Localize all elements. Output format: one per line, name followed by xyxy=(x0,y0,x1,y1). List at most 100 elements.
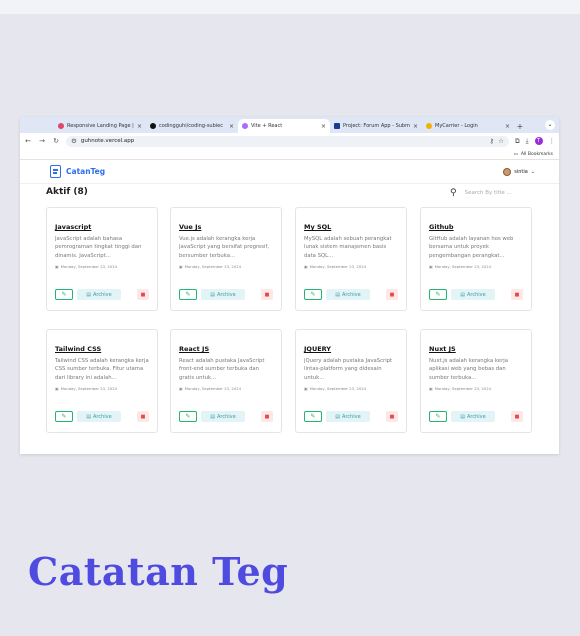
note-title[interactable]: My SQL xyxy=(304,223,398,231)
site-info-icon[interactable]: ⚙ xyxy=(71,137,77,145)
note-description: Tailwind CSS adalah kerangka kerja CSS s… xyxy=(55,358,149,381)
archive-button[interactable]: ▤ Archive xyxy=(451,289,495,300)
search-input[interactable]: Search By title ... xyxy=(465,190,512,196)
close-tab-icon[interactable]: × xyxy=(321,123,326,130)
note-actions: ✎ ▤ Archive xyxy=(304,289,370,300)
delete-button[interactable]: ■ xyxy=(386,289,398,300)
edit-button[interactable]: ✎ xyxy=(429,411,447,422)
note-card[interactable]: Nuxt JS Nuxt.js adalah kerangka kerja apl… xyxy=(420,329,532,433)
note-date-text: Monday, September 23, 2024 xyxy=(309,386,367,391)
browser-tab[interactable]: MyCarrier - Login × xyxy=(422,119,514,133)
note-card[interactable]: Tailwind CSS Tailwind CSS adalah kerangka… xyxy=(46,329,158,433)
close-tab-icon[interactable]: × xyxy=(229,123,234,130)
archive-icon: ▤ xyxy=(86,291,91,298)
note-title[interactable]: JQUERY xyxy=(304,345,398,353)
app-logo[interactable]: CatanTeg xyxy=(50,165,105,178)
address-bar[interactable]: ⚙ guhnote.vercel.app ⚷ ☆ xyxy=(66,135,509,147)
tab-title: Project: Forum App - Subm xyxy=(343,123,410,129)
tab-title: Vite + React xyxy=(251,123,283,129)
note-title[interactable]: Nuxt JS xyxy=(429,345,523,353)
calendar-icon: ▣ xyxy=(179,264,183,269)
note-description: Nuxt.js adalah kerangka kerja aplikasi w… xyxy=(429,358,508,381)
edit-button[interactable]: ✎ xyxy=(429,289,447,300)
note-card[interactable]: Github GitHub adalah layanan hos web bers… xyxy=(420,207,532,311)
archive-button[interactable]: ▤ Archive xyxy=(201,289,245,300)
close-tab-icon[interactable]: × xyxy=(413,123,418,130)
calendar-icon: ▣ xyxy=(55,386,59,391)
note-title[interactable]: React JS xyxy=(179,345,273,353)
edit-button[interactable]: ✎ xyxy=(179,411,197,422)
edit-icon: ✎ xyxy=(435,413,441,420)
bookmark-star-icon[interactable]: ☆ xyxy=(498,137,504,145)
archive-label: Archive xyxy=(217,413,236,420)
edit-icon: ✎ xyxy=(61,413,67,420)
url-text: guhnote.vercel.app xyxy=(80,138,135,144)
all-bookmarks-link[interactable]: All Bookmarks xyxy=(521,152,553,157)
archive-label: Archive xyxy=(342,291,361,298)
note-title[interactable]: Tailwind CSS xyxy=(55,345,149,353)
edit-button[interactable]: ✎ xyxy=(55,411,73,422)
delete-button[interactable]: ■ xyxy=(137,289,149,300)
note-card[interactable]: React JS React adalah pustaka JavaScript … xyxy=(170,329,282,433)
delete-button[interactable]: ■ xyxy=(137,411,149,422)
edit-button[interactable]: ✎ xyxy=(304,411,322,422)
archive-icon: ▤ xyxy=(335,291,340,298)
delete-button[interactable]: ■ xyxy=(261,411,273,422)
delete-button[interactable]: ■ xyxy=(511,411,523,422)
extensions-icon[interactable]: ⧉ xyxy=(515,137,520,146)
edit-icon: ✎ xyxy=(185,291,191,298)
archive-button[interactable]: ▤ Archive xyxy=(326,289,370,300)
trash-icon: ■ xyxy=(389,291,395,298)
profile-avatar[interactable]: T xyxy=(534,137,543,145)
browser-window: Responsive Landing Page | × codingguhi/c… xyxy=(20,117,559,454)
user-menu[interactable]: sintia ⌄ xyxy=(503,167,535,176)
note-actions: ✎ ▤ Archive xyxy=(179,289,245,300)
archive-button[interactable]: ▤ Archive xyxy=(77,411,121,422)
archive-label: Archive xyxy=(217,291,236,298)
reload-icon[interactable]: ↻ xyxy=(52,137,60,145)
back-icon[interactable]: ← xyxy=(24,137,32,145)
edit-button[interactable]: ✎ xyxy=(55,289,73,300)
note-description: Vue.js adalah kerangka kerja JavaScript … xyxy=(179,236,270,259)
browser-tab[interactable]: Project: Forum App - Subm × xyxy=(330,119,422,133)
archive-button[interactable]: ▤ Archive xyxy=(326,411,370,422)
search-box[interactable]: ⚲ Search By title ... xyxy=(450,188,512,198)
note-date: ▣ Monday, September 23, 2024 xyxy=(179,264,273,269)
new-tab-button[interactable]: + xyxy=(514,119,526,133)
browser-tab-active[interactable]: Vite + React × xyxy=(238,119,330,133)
tab-search-button[interactable]: ⌄ xyxy=(545,120,555,130)
more-menu-icon[interactable]: ⋮ xyxy=(549,137,556,145)
note-actions: ✎ ▤ Archive xyxy=(55,411,121,422)
note-title[interactable]: Github xyxy=(429,223,523,231)
edit-button[interactable]: ✎ xyxy=(304,289,322,300)
delete-button[interactable]: ■ xyxy=(511,289,523,300)
top-strip xyxy=(0,0,580,14)
password-key-icon[interactable]: ⚷ xyxy=(489,137,494,145)
browser-tab[interactable]: codingguhi/coding-subiec × xyxy=(146,119,238,133)
close-tab-icon[interactable]: × xyxy=(505,123,510,130)
note-title[interactable]: Vue Js xyxy=(179,223,273,231)
archive-button[interactable]: ▤ Archive xyxy=(201,411,245,422)
app-page: CatanTeg sintia ⌄ Aktif (8) ⚲ Search By … xyxy=(20,160,559,454)
note-card[interactable]: Javascript JavaScript adalah bahasa pemro… xyxy=(46,207,158,311)
tab-title: codingguhi/coding-subiec xyxy=(159,123,223,129)
note-title[interactable]: Javascript xyxy=(55,223,149,231)
archive-button[interactable]: ▤ Archive xyxy=(77,289,121,300)
trash-icon: ■ xyxy=(514,413,520,420)
note-card[interactable]: My SQL MySQL adalah sebuah perangkat luna… xyxy=(295,207,407,311)
folder-icon: ▭ xyxy=(513,151,518,157)
note-date: ▣ Monday, September 23, 2024 xyxy=(429,386,523,391)
note-card[interactable]: Vue Js Vue.js adalah kerangka kerja JavaS… xyxy=(170,207,282,311)
user-name: sintia xyxy=(514,168,528,175)
browser-tab[interactable]: Responsive Landing Page | × xyxy=(54,119,146,133)
close-tab-icon[interactable]: × xyxy=(137,123,142,130)
delete-button[interactable]: ■ xyxy=(386,411,398,422)
edit-icon: ✎ xyxy=(185,413,191,420)
note-card[interactable]: JQUERY jQuery adalah pustaka JavaScript l… xyxy=(295,329,407,433)
edit-button[interactable]: ✎ xyxy=(179,289,197,300)
calendar-icon: ▣ xyxy=(304,386,308,391)
delete-button[interactable]: ■ xyxy=(261,289,273,300)
download-icon[interactable]: ⤓ xyxy=(526,137,529,146)
archive-button[interactable]: ▤ Archive xyxy=(451,411,495,422)
forward-icon[interactable]: → xyxy=(38,137,46,145)
